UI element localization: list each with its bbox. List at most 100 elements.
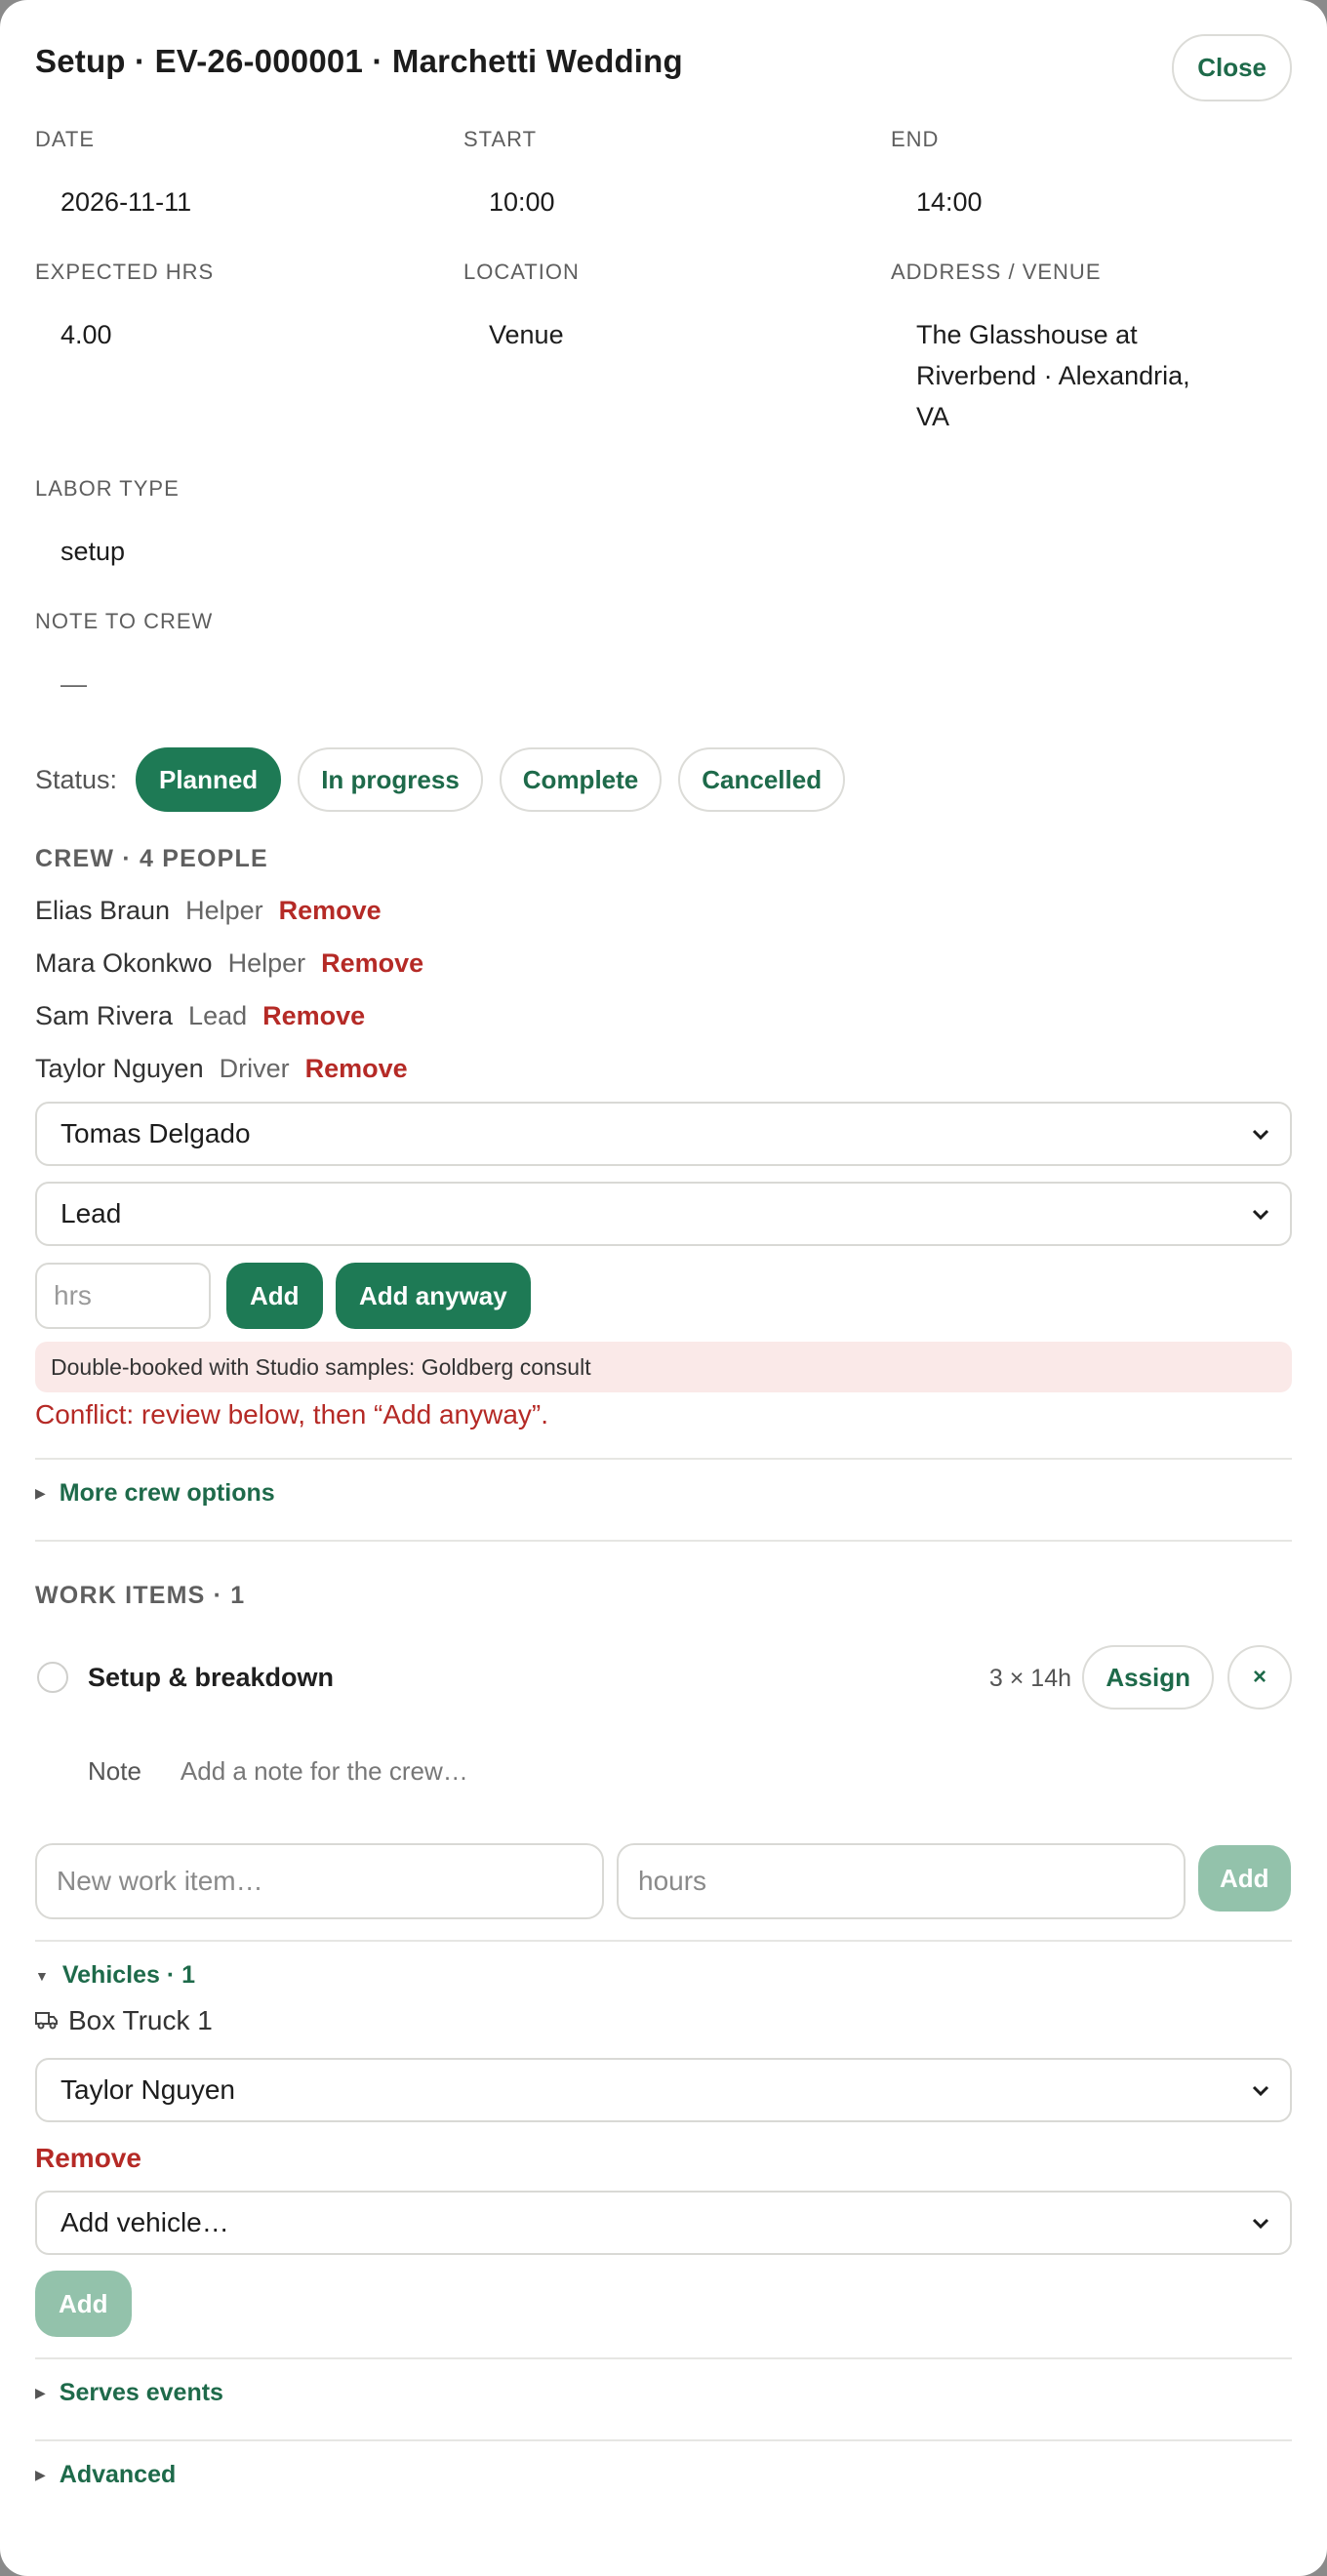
crew-hrs-input[interactable]: hrs	[35, 1263, 211, 1329]
crew-remove-link[interactable]: Remove	[279, 896, 382, 926]
crew-role: Driver	[219, 1054, 290, 1083]
vehicle-driver-select-value: Taylor Nguyen	[60, 2074, 235, 2105]
chevron-down-icon	[1252, 2085, 1269, 2097]
advanced-label: Advanced	[59, 2461, 177, 2488]
crew-person-select-value: Tomas Delgado	[60, 1118, 251, 1148]
dialog-title: Setup · EV-26-000001 · Marchetti Wedding	[35, 43, 683, 79]
date-field: DATE 2026-11-11	[35, 127, 191, 222]
crew-add-anyway-button[interactable]: Add anyway	[336, 1263, 531, 1329]
crew-name: Taylor Nguyen	[35, 1054, 204, 1083]
crew-heading: CREW · 4 PEOPLE	[35, 845, 268, 872]
work-item-note-row: Note Add a note for the crew…	[88, 1756, 468, 1787]
work-item-assign-button[interactable]: Assign	[1082, 1645, 1214, 1710]
advanced-toggle[interactable]: ▶ Advanced	[35, 2461, 176, 2489]
crew-row: Elias Braun Helper Remove	[35, 896, 382, 926]
work-item-add-button[interactable]: Add	[1198, 1845, 1291, 1912]
add-vehicle-select[interactable]: Add vehicle…	[35, 2191, 1292, 2255]
crew-row: Mara Okonkwo Helper Remove	[35, 948, 423, 979]
location-value: Venue	[489, 320, 564, 349]
crew-remove-link[interactable]: Remove	[262, 1001, 365, 1031]
dialog-header: Setup · EV-26-000001 · Marchetti Wedding…	[35, 0, 1292, 131]
vehicle-remove-link[interactable]: Remove	[35, 2143, 141, 2174]
vehicle-name: Box Truck 1	[68, 2005, 213, 2035]
divider	[35, 1540, 1292, 1542]
more-crew-options-label: More crew options	[59, 1479, 275, 1507]
start-value: 10:00	[489, 187, 555, 217]
triangle-right-icon: ▶	[35, 2385, 46, 2400]
crew-role-select[interactable]: Lead	[35, 1182, 1292, 1246]
crew-remove-link[interactable]: Remove	[305, 1054, 408, 1084]
vehicle-add-button[interactable]: Add	[35, 2271, 132, 2337]
crew-name: Elias Braun	[35, 896, 171, 925]
address-field: ADDRESS / VENUE The Glasshouse at Riverb…	[891, 260, 1190, 437]
crew-name: Mara Okonkwo	[35, 948, 213, 978]
chevron-down-icon	[1252, 1209, 1269, 1221]
close-button[interactable]: Close	[1172, 34, 1292, 101]
chevron-down-icon	[1252, 1129, 1269, 1141]
status-label: Status:	[35, 764, 118, 794]
crew-row: Sam Rivera Lead Remove	[35, 1001, 365, 1031]
work-item-checkbox[interactable]	[37, 1662, 68, 1693]
conflict-message: Conflict: review below, then “Add anyway…	[35, 1399, 549, 1429]
end-field: END 14:00	[891, 127, 983, 222]
vehicle-row: Box Truck 1	[35, 2005, 213, 2036]
work-item-name: Setup & breakdown	[88, 1663, 335, 1692]
expected-hrs-field: EXPECTED HRS 4.00	[35, 260, 214, 355]
crew-role-select-value: Lead	[60, 1198, 122, 1228]
crew-person-select[interactable]: Tomas Delgado	[35, 1102, 1292, 1166]
start-field: START 10:00	[463, 127, 555, 222]
setup-dialog: Setup · EV-26-000001 · Marchetti Wedding…	[0, 0, 1327, 2576]
work-items-heading: WORK ITEMS · 1	[35, 1582, 246, 1609]
status-in-progress[interactable]: In progress	[298, 747, 483, 812]
date-label: DATE	[35, 127, 96, 151]
crew-add-button[interactable]: Add	[226, 1263, 323, 1329]
new-work-item-input[interactable]: New work item…	[35, 1843, 604, 1919]
expected-hrs-label: EXPECTED HRS	[35, 260, 215, 284]
divider	[35, 1458, 1292, 1460]
date-value: 2026-11-11	[60, 187, 192, 217]
note-label: NOTE TO CREW	[35, 609, 214, 633]
location-field: LOCATION Venue	[463, 260, 580, 355]
work-item-hours-input[interactable]: hours	[617, 1843, 1186, 1919]
work-item-note-input[interactable]: Add a note for the crew…	[181, 1756, 468, 1787]
crew-role: Lead	[188, 1001, 248, 1030]
status-planned[interactable]: Planned	[136, 747, 282, 812]
address-line-1: The Glasshouse at	[916, 320, 1138, 349]
triangle-right-icon: ▶	[35, 2467, 46, 2482]
more-crew-options-toggle[interactable]: ▶ More crew options	[35, 1479, 275, 1508]
end-value: 14:00	[916, 187, 983, 217]
work-item-row: Setup & breakdown 3 × 14h Assign ×	[35, 1645, 1292, 1711]
vehicles-toggle[interactable]: ▼ Vehicles · 1	[35, 1961, 195, 1990]
divider	[35, 2357, 1292, 2359]
status-cancelled[interactable]: Cancelled	[678, 747, 846, 812]
vehicles-heading: Vehicles · 1	[61, 1961, 196, 1989]
triangle-down-icon: ▼	[35, 1967, 49, 1984]
divider	[35, 1940, 1292, 1942]
crew-remove-link[interactable]: Remove	[321, 948, 423, 979]
labor-type-label: LABOR TYPE	[35, 476, 180, 501]
chevron-down-icon	[1252, 2218, 1269, 2230]
note-value: —	[60, 669, 87, 699]
address-line-2: Riverbend · Alexandria,	[916, 361, 1190, 390]
start-label: START	[463, 127, 538, 151]
triangle-right-icon: ▶	[35, 1485, 46, 1501]
crew-row: Taylor Nguyen Driver Remove	[35, 1054, 408, 1084]
address-label: ADDRESS / VENUE	[891, 260, 1102, 284]
labor-type-field: LABOR TYPE setup	[35, 476, 180, 572]
address-value: The Glasshouse at Riverbend · Alexandria…	[891, 314, 1190, 437]
work-item-note-label: Note	[88, 1756, 141, 1786]
status-row: Status: Planned In progress Complete Can…	[35, 747, 846, 812]
note-field: NOTE TO CREW —	[35, 609, 213, 704]
work-item-remove-button[interactable]: ×	[1227, 1645, 1292, 1710]
vehicle-driver-select[interactable]: Taylor Nguyen	[35, 2058, 1292, 2122]
work-item-meta: 3 × 14h	[988, 1665, 1071, 1692]
crew-role: Helper	[185, 896, 263, 925]
end-label: END	[891, 127, 940, 151]
serves-events-toggle[interactable]: ▶ Serves events	[35, 2379, 223, 2407]
add-vehicle-select-value: Add vehicle…	[60, 2207, 229, 2237]
crew-role: Helper	[227, 948, 306, 978]
serves-events-label: Serves events	[59, 2379, 223, 2406]
expected-hrs-value: 4.00	[60, 320, 112, 349]
double-booked-alert: Double-booked with Studio samples: Goldb…	[35, 1342, 1292, 1392]
status-complete[interactable]: Complete	[499, 747, 663, 812]
